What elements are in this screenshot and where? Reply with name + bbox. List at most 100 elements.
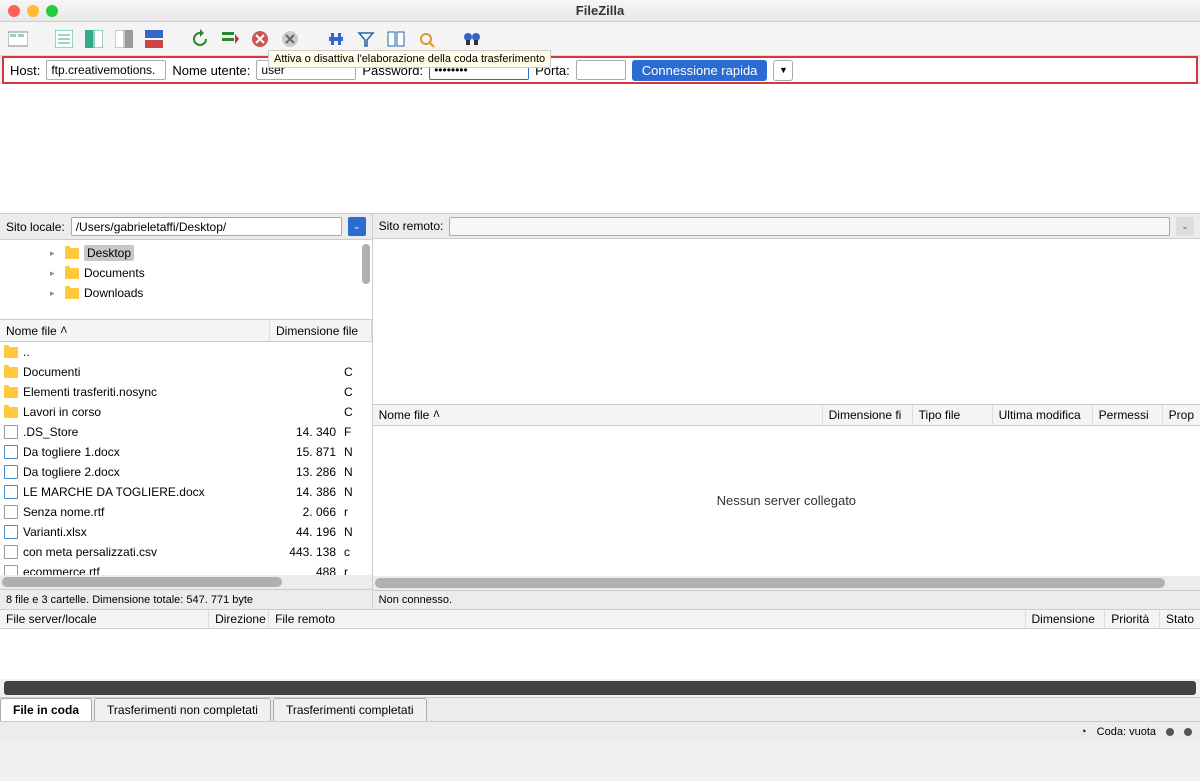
col-size[interactable]: Dimensione file — [270, 320, 372, 341]
col-size[interactable]: Dimensione fi — [823, 405, 913, 425]
remote-tree[interactable] — [373, 239, 1200, 404]
file-type: F — [344, 425, 364, 439]
compare-icon[interactable] — [384, 27, 408, 51]
col-name[interactable]: Nome fileᐱ — [0, 320, 270, 341]
remote-site-label: Sito remoto: — [379, 219, 444, 233]
file-row[interactable]: DocumentiC — [0, 362, 372, 382]
tree-label: Desktop — [84, 245, 134, 261]
disclosure-icon[interactable]: ▸ — [50, 248, 60, 259]
local-tree[interactable]: ▸ Desktop ▸ Documents ▸ Downloads — [0, 240, 372, 320]
disclosure-icon[interactable]: ▸ — [50, 288, 60, 299]
file-icon — [4, 485, 18, 499]
toggle-remote-tree-icon[interactable] — [112, 27, 136, 51]
file-type: N — [344, 525, 364, 539]
activity-dot-2 — [1184, 728, 1192, 736]
file-row[interactable]: con meta persalizzati.csv443. 138c — [0, 542, 372, 562]
local-file-list[interactable]: ..DocumentiCElementi trasferiti.nosyncCL… — [0, 342, 372, 575]
file-icon — [4, 505, 18, 519]
scrollbar-thumb[interactable] — [362, 244, 370, 284]
file-name: Documenti — [23, 365, 80, 379]
col-local[interactable]: File server/locale — [0, 610, 209, 628]
queue-list[interactable] — [0, 629, 1200, 679]
col-type[interactable]: Tipo file — [913, 405, 993, 425]
minimize-button[interactable] — [27, 5, 39, 17]
file-name: Lavori in corso — [23, 405, 101, 419]
queue-hscroll[interactable] — [4, 681, 1196, 695]
cancel-icon[interactable] — [248, 27, 272, 51]
remote-path-dropdown[interactable]: ⌄ — [1176, 217, 1194, 236]
close-button[interactable] — [8, 5, 20, 17]
process-queue-icon[interactable] — [218, 27, 242, 51]
queue-tabs: File in coda Trasferimenti non completat… — [0, 697, 1200, 721]
local-path-input[interactable] — [71, 217, 342, 236]
col-size[interactable]: Dimensione — [1026, 610, 1106, 628]
file-row[interactable]: Elementi trasferiti.nosyncC — [0, 382, 372, 402]
file-row[interactable]: Lavori in corso C — [0, 402, 372, 422]
col-priority[interactable]: Priorità — [1105, 610, 1160, 628]
toggle-queue-icon[interactable] — [142, 27, 166, 51]
file-size: 15. 871 — [274, 445, 344, 459]
remote-file-list[interactable]: Nessun server collegato — [373, 426, 1200, 576]
file-row[interactable]: Varianti.xlsx44. 196N — [0, 522, 372, 542]
file-row[interactable]: Da togliere 2.docx13. 286N — [0, 462, 372, 482]
file-type: c — [344, 545, 364, 559]
col-remote[interactable]: File remoto — [269, 610, 1025, 628]
quickconnect-button[interactable]: Connessione rapida — [632, 60, 768, 81]
file-panes: Sito locale: ⌄ ▸ Desktop ▸ Documents ▸ D… — [0, 214, 1200, 609]
remote-hscroll[interactable] — [373, 576, 1200, 590]
disclosure-icon[interactable]: ▸ — [50, 268, 60, 279]
file-type: N — [344, 465, 364, 479]
col-name[interactable]: Nome fileᐱ — [373, 405, 823, 425]
file-type: C — [344, 405, 364, 419]
file-icon — [4, 425, 18, 439]
tooltip: Attiva o disattiva l'elaborazione della … — [268, 50, 551, 68]
tree-item-desktop[interactable]: ▸ Desktop — [0, 243, 372, 263]
refresh-icon[interactable] — [188, 27, 212, 51]
sync-browse-icon[interactable] — [414, 27, 438, 51]
local-path-dropdown[interactable]: ⌄ — [348, 217, 366, 236]
col-modified[interactable]: Ultima modifica — [993, 405, 1093, 425]
window-controls — [8, 5, 58, 17]
sitemanager-icon[interactable] — [6, 27, 30, 51]
filter-icon[interactable] — [354, 27, 378, 51]
port-input[interactable] — [576, 60, 626, 80]
quickconnect-dropdown[interactable]: ▼ — [773, 60, 793, 81]
tree-item-downloads[interactable]: ▸ Downloads — [0, 283, 372, 303]
file-row[interactable]: LE MARCHE DA TOGLIERE.docx14. 386N — [0, 482, 372, 502]
message-log[interactable] — [0, 84, 1200, 214]
zoom-button[interactable] — [46, 5, 58, 17]
toggle-local-tree-icon[interactable] — [82, 27, 106, 51]
toggle-log-icon[interactable] — [52, 27, 76, 51]
file-type: r — [344, 505, 364, 519]
local-path-bar: Sito locale: ⌄ — [0, 214, 372, 240]
disconnect-icon[interactable] — [278, 27, 302, 51]
file-row[interactable]: ecommerce.rtf488r — [0, 562, 372, 575]
local-hscroll[interactable] — [0, 575, 372, 589]
file-size: 13. 286 — [274, 465, 344, 479]
file-row[interactable]: .DS_Store14. 340F — [0, 422, 372, 442]
remote-path-input[interactable] — [449, 217, 1170, 236]
scrollbar-thumb[interactable] — [375, 578, 1165, 588]
file-icon — [4, 545, 18, 559]
tab-successful[interactable]: Trasferimenti completati — [273, 698, 427, 721]
reconnect-icon[interactable] — [324, 27, 348, 51]
local-site-label: Sito locale: — [6, 220, 65, 234]
scrollbar-thumb[interactable] — [2, 577, 282, 587]
col-owner[interactable]: Prop — [1163, 405, 1200, 425]
file-row[interactable]: Senza nome.rtf2. 066r — [0, 502, 372, 522]
host-input[interactable] — [46, 60, 166, 80]
col-direction[interactable]: Direzione — [209, 610, 269, 628]
search-icon[interactable] — [460, 27, 484, 51]
tab-failed[interactable]: Trasferimenti non completati — [94, 698, 271, 721]
tab-queued[interactable]: File in coda — [0, 698, 92, 721]
queue-header: File server/locale Direzione File remoto… — [0, 609, 1200, 629]
tree-label: Downloads — [84, 286, 143, 300]
tree-item-documents[interactable]: ▸ Documents — [0, 263, 372, 283]
file-row[interactable]: .. — [0, 342, 372, 362]
col-status[interactable]: Stato — [1160, 610, 1200, 628]
quickconnect-bar: Host: Nome utente: Password: Porta: Conn… — [2, 56, 1198, 84]
folder-icon — [4, 407, 18, 418]
file-row[interactable]: Da togliere 1.docx15. 871N — [0, 442, 372, 462]
col-perms[interactable]: Permessi — [1093, 405, 1163, 425]
file-icon — [4, 445, 18, 459]
